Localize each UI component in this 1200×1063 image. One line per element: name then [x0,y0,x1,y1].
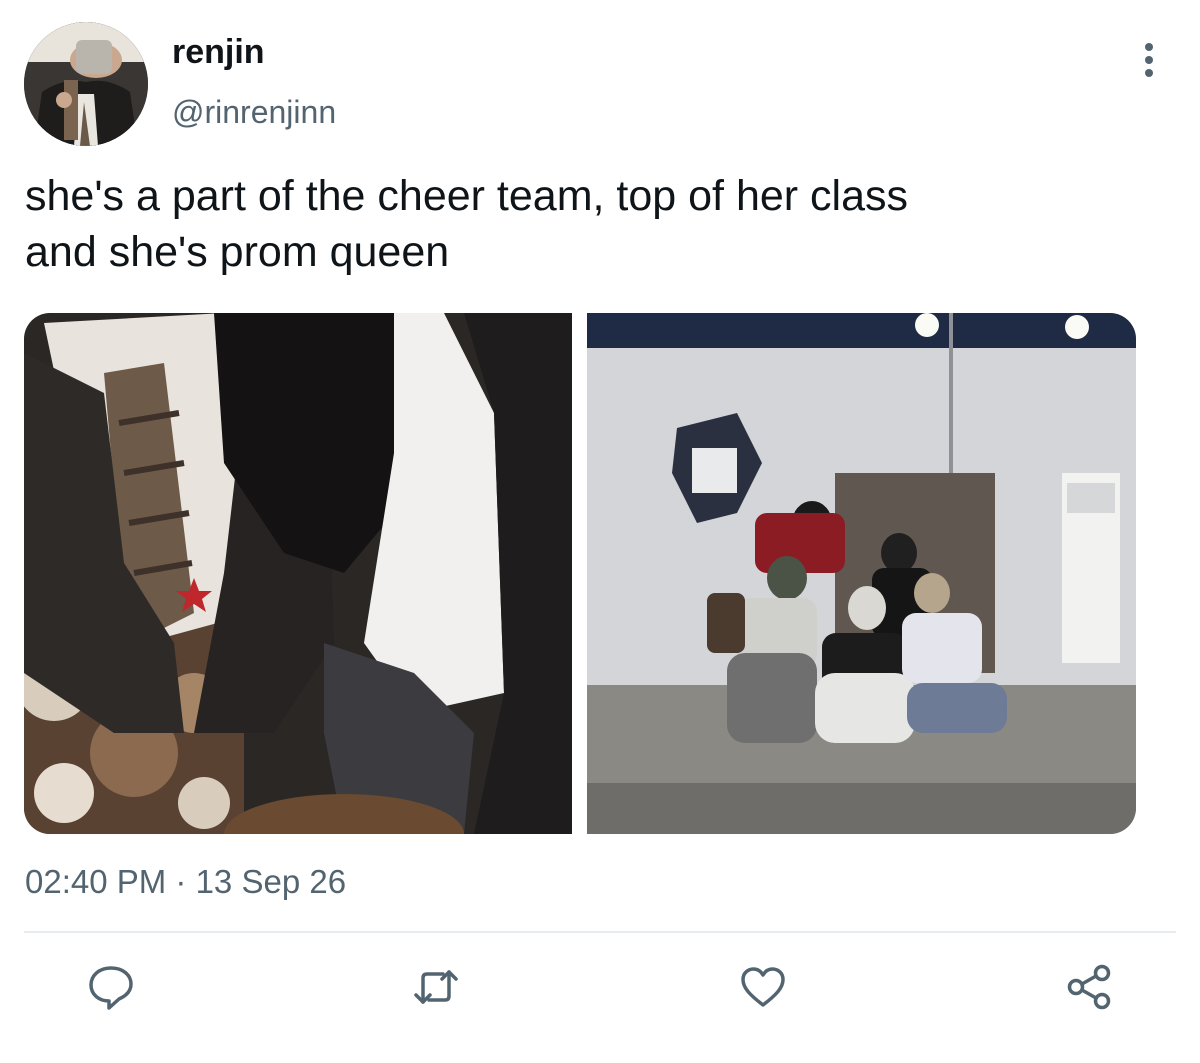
photo-outfit-closeup [24,313,572,834]
tweet-text: she's a part of the cheer team, top of h… [25,168,1175,280]
reply-button[interactable] [86,962,136,1012]
photo-dance-studio-mirror-group [587,313,1136,834]
tweet-timestamp[interactable]: 02:40 PM · 13 Sep 26 [25,861,346,903]
retweet-arrows-icon [414,970,458,1004]
avatar[interactable] [24,22,148,146]
divider [24,931,1176,933]
speech-bubble-icon [89,966,133,1010]
heart-icon [741,967,785,1007]
media-image-1[interactable] [24,313,572,834]
share-nodes-icon [1067,964,1111,1010]
vertical-dots-icon [1145,43,1153,77]
tweet-text-line-1: she's a part of the cheer team, top of h… [25,172,909,220]
more-options-button[interactable] [1132,40,1166,80]
tweet-text-line-2: and she's prom queen [25,228,450,276]
media-image-2[interactable] [587,313,1136,834]
like-button[interactable] [738,962,788,1012]
share-button[interactable] [1064,962,1114,1012]
retweet-button[interactable] [411,962,461,1012]
avatar-image [24,22,148,146]
display-name[interactable]: renjin [172,30,265,74]
user-handle[interactable]: @rinrenjinn [172,91,336,133]
